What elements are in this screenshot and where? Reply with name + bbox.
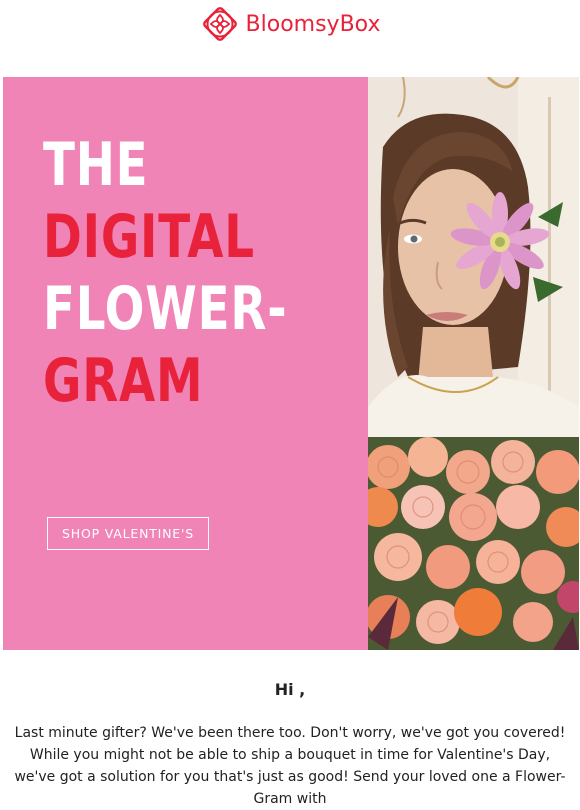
flower-knot-icon [200,4,240,44]
headline-line-1: THE [43,130,149,200]
headline-line-3: FLOWER- [43,274,288,344]
brand-name: BloomsyBox [245,11,381,37]
woman-with-flowers-photo[interactable] [368,77,579,650]
greeting-text: Hi , [274,680,306,699]
hero-banner[interactable]: THE DIGITAL FLOWER- GRAM SHOP VALENTINE'… [3,77,579,650]
hero-headline: THE DIGITAL FLOWER- GRAM [43,129,287,417]
headline-line-2: DIGITAL [43,202,255,272]
shop-valentines-button[interactable]: SHOP VALENTINE'S [47,517,209,550]
email-header: BloomsyBox [0,0,580,48]
brand-logo[interactable]: BloomsyBox [200,4,381,44]
hero-text-panel: THE DIGITAL FLOWER- GRAM SHOP VALENTINE'… [3,77,368,650]
headline-line-4: GRAM [43,346,204,416]
body-paragraph: Last minute gifter? We've been there too… [14,725,566,807]
